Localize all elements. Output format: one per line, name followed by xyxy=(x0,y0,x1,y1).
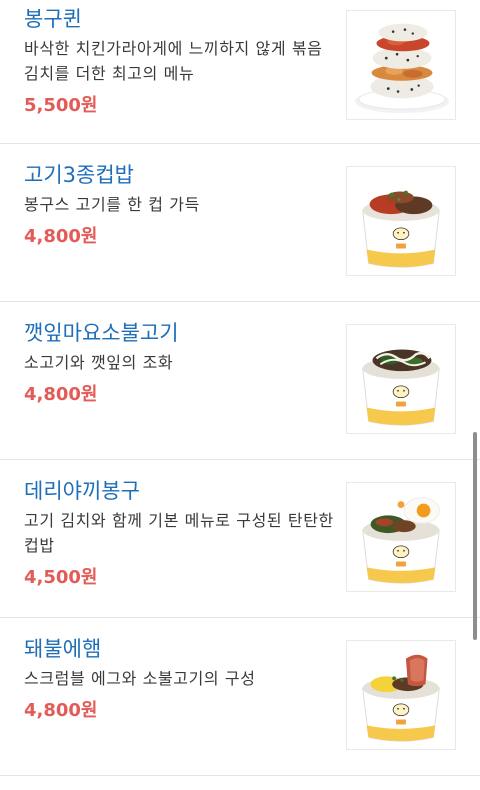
menu-item-price: 5,500원 xyxy=(24,95,98,116)
menu-item[interactable]: 고기3종컵밥 봉구스 고기를 한 컵 가득 4,800원 xyxy=(0,144,480,302)
menu-item-thumbnail[interactable] xyxy=(346,482,456,592)
menu-item-price: 4,500원 xyxy=(24,567,98,588)
menu-item-description: 바삭한 치킨가라아게에 느끼하지 않게 볶음 김치를 더한 최고의 메뉴 xyxy=(24,39,323,83)
menu-item-description: 스크럼블 에그와 소불고기의 구성 xyxy=(24,669,256,688)
menu-item-text: 고기3종컵밥 봉구스 고기를 한 컵 가득 4,800원 xyxy=(24,160,334,249)
menu-item-name: 깻잎마요소불고기 xyxy=(24,321,179,345)
menu-item-thumbnail[interactable] xyxy=(346,640,456,750)
menu-item-text: 돼불에햄 스크럼블 에그와 소불고기의 구성 4,800원 xyxy=(24,634,334,723)
cup-rice-bowl-icon xyxy=(362,190,440,268)
menu-item-text: 깻잎마요소불고기 소고기와 깻잎의 조화 4,800원 xyxy=(24,318,334,407)
menu-item-name: 데리야끼봉구 xyxy=(24,479,140,503)
menu-item-price: 4,800원 xyxy=(24,700,98,721)
menu-item-name: 돼불에햄 xyxy=(24,637,102,661)
menu-item[interactable]: 깻잎마요소불고기 소고기와 깻잎의 조화 4,800원 xyxy=(0,302,480,460)
menu-item-thumbnail[interactable] xyxy=(346,166,456,276)
cup-rice-bowl-icon xyxy=(362,349,440,426)
menu-item[interactable]: 봉구퀸 바삭한 치킨가라아게에 느끼하지 않게 볶음 김치를 더한 최고의 메뉴… xyxy=(0,0,480,144)
menu-item-text: 봉구퀸 바삭한 치킨가라아게에 느끼하지 않게 볶음 김치를 더한 최고의 메뉴… xyxy=(24,4,334,118)
menu-item-name: 고기3종컵밥 xyxy=(24,163,134,187)
menu-item-description: 봉구스 고기를 한 컵 가득 xyxy=(24,195,200,214)
menu-item[interactable]: 데리야끼봉구 고기 김치와 함께 기본 메뉴로 구성된 탄탄한 컵밥 4,500… xyxy=(0,460,480,618)
scrollbar[interactable] xyxy=(473,432,477,640)
menu-item-description: 소고기와 깻잎의 조화 xyxy=(24,353,174,372)
menu-item-thumbnail[interactable] xyxy=(346,10,456,120)
menu-item-price: 4,800원 xyxy=(24,384,98,405)
menu-item-description: 고기 김치와 함께 기본 메뉴로 구성된 탄탄한 컵밥 xyxy=(24,511,334,555)
menu-item-thumbnail[interactable] xyxy=(346,324,456,434)
menu-item-name: 봉구퀸 xyxy=(24,7,82,31)
menu-item[interactable]: 돼불에햄 스크럼블 에그와 소불고기의 구성 4,800원 xyxy=(0,618,480,776)
chicken-rice-ball-icon xyxy=(354,23,450,114)
menu-item-price: 4,800원 xyxy=(24,226,98,247)
cup-rice-bowl-icon xyxy=(362,654,440,742)
cup-rice-bowl-icon xyxy=(362,497,440,584)
menu-list: 봉구퀸 바삭한 치킨가라아게에 느끼하지 않게 볶음 김치를 더한 최고의 메뉴… xyxy=(0,0,480,776)
menu-item-text: 데리야끼봉구 고기 김치와 함께 기본 메뉴로 구성된 탄탄한 컵밥 4,500… xyxy=(24,476,334,590)
